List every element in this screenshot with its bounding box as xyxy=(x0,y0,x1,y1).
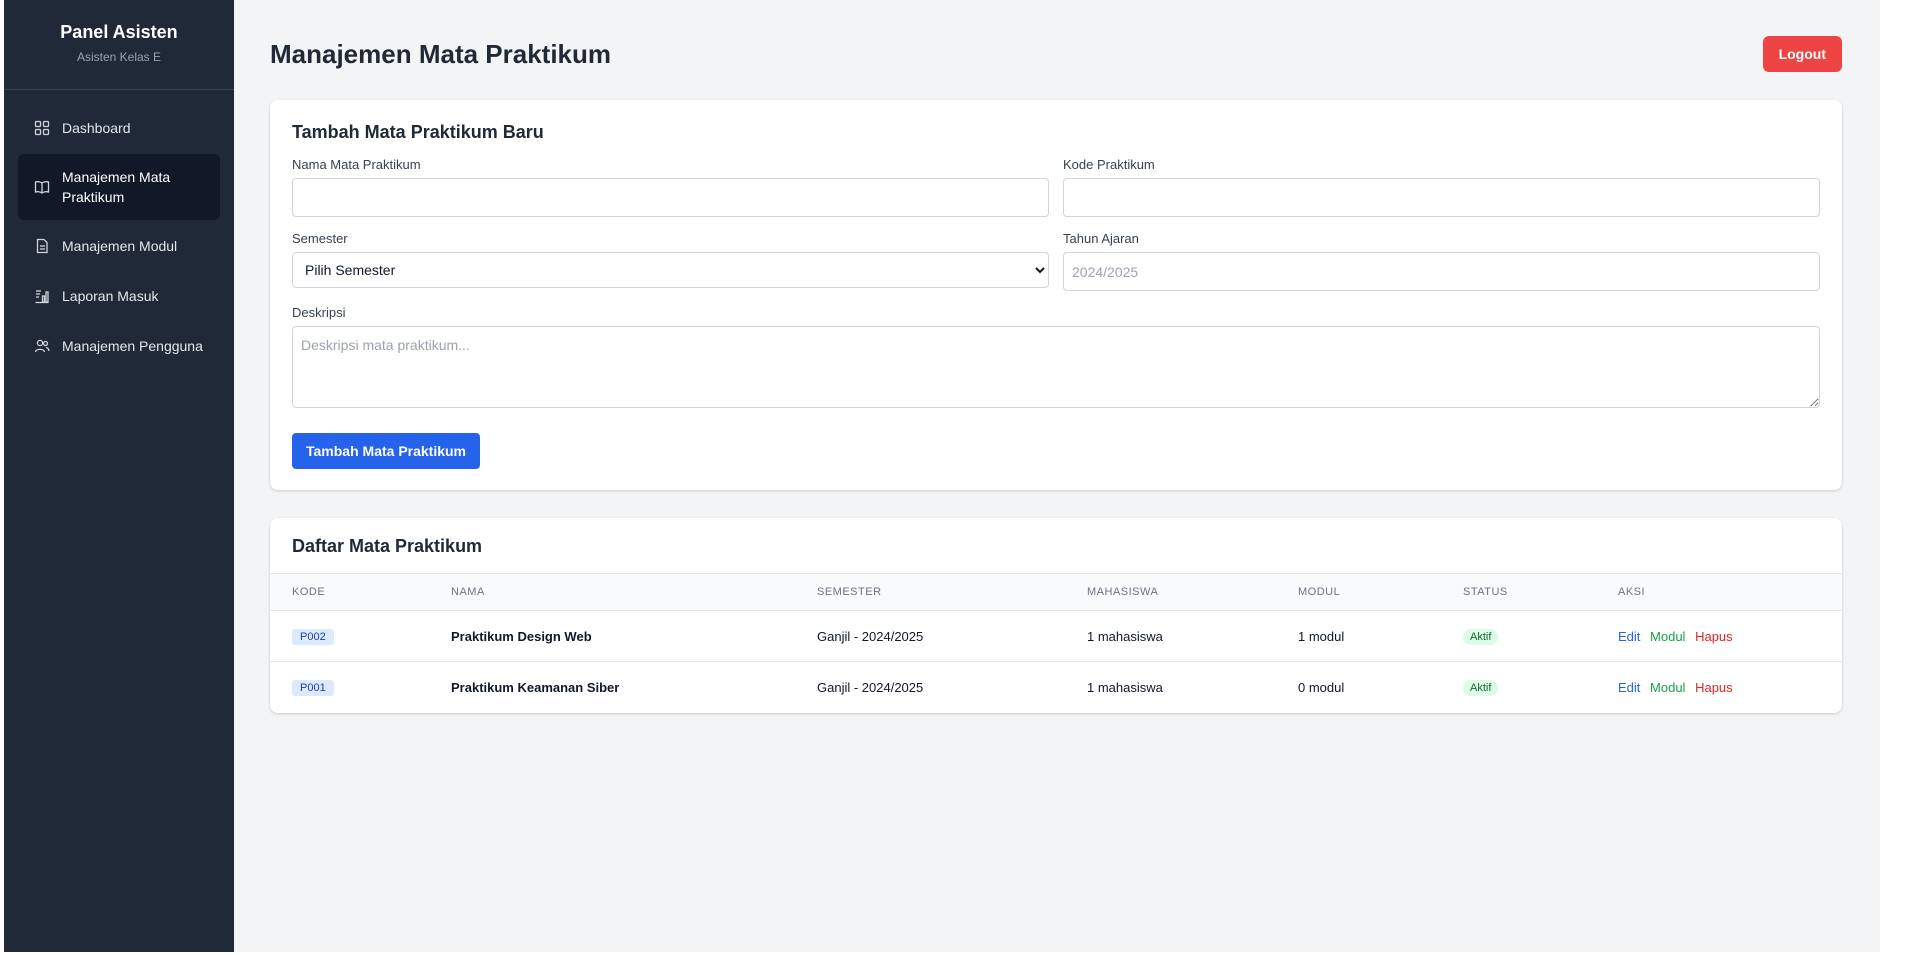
nama-input[interactable] xyxy=(292,178,1049,217)
deskripsi-field-group: Deskripsi xyxy=(292,305,1820,413)
sidebar-item-label: Dashboard xyxy=(62,120,131,136)
sidebar-item-label: Laporan Masuk xyxy=(62,288,159,304)
cell-nama: Praktikum Design Web xyxy=(451,628,592,644)
kode-field-group: Kode Praktikum xyxy=(1063,157,1820,217)
cell-status: Aktif xyxy=(1441,662,1596,713)
column-header-nama: NAMA xyxy=(451,586,485,598)
add-course-button[interactable]: Tambah Mata Praktikum xyxy=(292,433,481,469)
sidebar-item-manajemen-mata-praktikum[interactable]: Manajemen Mata Praktikum xyxy=(18,154,220,220)
kode-input[interactable] xyxy=(1063,178,1820,217)
cell-nama: Praktikum Keamanan Siber xyxy=(451,679,620,695)
form-title: Tambah Mata Praktikum Baru xyxy=(292,122,544,142)
kode-label: Kode Praktikum xyxy=(1063,157,1155,172)
column-header-mahasiswa: MAHASISWA xyxy=(1087,586,1159,598)
cell-modul: 1 modul xyxy=(1298,628,1345,644)
modul-link[interactable]: Modul xyxy=(1650,629,1685,644)
cell-semester: Ganjil - 2024/2025 xyxy=(817,679,924,695)
column-header-aksi: AKSI xyxy=(1618,586,1646,598)
column-header-semester: SEMESTER xyxy=(817,586,882,598)
logout-button[interactable]: Logout xyxy=(1762,36,1842,72)
semester-label: Semester xyxy=(292,231,348,246)
table-row: P002 Praktikum Design Web Ganjil - 2024/… xyxy=(270,611,1842,662)
hapus-link[interactable]: Hapus xyxy=(1695,680,1733,695)
table-header-row: KODE NAMA SEMESTER MAHASISWA MODUL STATU… xyxy=(270,573,1842,611)
code-badge: P002 xyxy=(292,628,334,645)
add-course-form-card: Tambah Mata Praktikum Baru Nama Mata Pra… xyxy=(270,100,1842,490)
modul-link[interactable]: Modul xyxy=(1650,680,1685,695)
deskripsi-label: Deskripsi xyxy=(292,305,346,320)
cell-status: Aktif xyxy=(1441,611,1596,662)
column-header-modul: MODUL xyxy=(1298,586,1341,598)
sidebar-item-label: Manajemen Pengguna xyxy=(62,338,203,354)
sidebar-item-laporan-masuk[interactable]: Laporan Masuk xyxy=(18,272,220,320)
sidebar-subtitle: Asisten Kelas E xyxy=(76,50,162,64)
semester-select[interactable]: Pilih Semester xyxy=(292,252,1049,288)
table-body: P002 Praktikum Design Web Ganjil - 2024/… xyxy=(270,611,1842,713)
column-header-kode: KODE xyxy=(292,586,326,598)
book-icon xyxy=(34,181,50,194)
users-icon xyxy=(34,339,50,353)
report-icon xyxy=(35,290,49,304)
tahun-label: Tahun Ajaran xyxy=(1063,231,1139,246)
sidebar-item-manajemen-modul[interactable]: Manajemen Modul xyxy=(18,222,220,270)
cell-aksi: Edit Modul Hapus xyxy=(1596,662,1842,713)
cell-modul: 0 modul xyxy=(1298,679,1345,695)
document-icon xyxy=(36,238,48,254)
sidebar-nav: Dashboard Manajemen Mata Praktikum Manaj… xyxy=(4,90,234,386)
list-title: Daftar Mata Praktikum xyxy=(292,536,483,556)
course-list-card: Daftar Mata Praktikum KODE NAMA SEMESTER… xyxy=(270,518,1842,713)
cell-kode: P001 xyxy=(270,662,429,713)
status-badge: Aktif xyxy=(1463,679,1499,696)
sidebar-item-manajemen-pengguna[interactable]: Manajemen Pengguna xyxy=(18,322,220,370)
main-content: Manajemen Mata Praktikum Logout Tambah M… xyxy=(234,0,1880,952)
sidebar-header: Panel Asisten Asisten Kelas E xyxy=(4,0,234,90)
column-header-status: STATUS xyxy=(1463,586,1508,598)
nama-label: Nama Mata Praktikum xyxy=(292,157,421,172)
tahun-field-group: Tahun Ajaran xyxy=(1063,231,1820,291)
cell-kode: P002 xyxy=(270,611,429,662)
table-header: KODE NAMA SEMESTER MAHASISWA MODUL STATU… xyxy=(270,573,1842,611)
nama-field-group: Nama Mata Praktikum xyxy=(292,157,1049,217)
cell-semester: Ganjil - 2024/2025 xyxy=(817,628,924,644)
cell-aksi: Edit Modul Hapus xyxy=(1596,611,1842,662)
sidebar: Panel Asisten Asisten Kelas E Dashboard … xyxy=(4,0,234,952)
page-title: Manajemen Mata Praktikum xyxy=(270,38,612,69)
list-header: Daftar Mata Praktikum xyxy=(270,518,1842,573)
status-badge: Aktif xyxy=(1463,628,1499,645)
edit-link[interactable]: Edit xyxy=(1618,629,1640,644)
sidebar-item-label: Manajemen Mata Praktikum xyxy=(62,169,171,205)
form-grid: Nama Mata Praktikum Kode Praktikum Semes… xyxy=(292,157,1820,305)
semester-field-group: Semester Pilih Semester xyxy=(292,231,1049,291)
cell-mahasiswa: 1 mahasiswa xyxy=(1087,679,1163,695)
sidebar-item-dashboard[interactable]: Dashboard xyxy=(18,104,220,152)
deskripsi-textarea[interactable] xyxy=(292,326,1820,408)
dashboard-grid-icon xyxy=(34,120,50,136)
course-table: KODE NAMA SEMESTER MAHASISWA MODUL STATU… xyxy=(270,573,1842,713)
app-window: Panel Asisten Asisten Kelas E Dashboard … xyxy=(4,0,1880,952)
hapus-link[interactable]: Hapus xyxy=(1695,629,1733,644)
code-badge: P001 xyxy=(292,679,334,696)
sidebar-title: Panel Asisten xyxy=(60,22,178,42)
tahun-input[interactable] xyxy=(1063,252,1820,291)
topbar: Manajemen Mata Praktikum Logout xyxy=(270,36,1842,72)
edit-link[interactable]: Edit xyxy=(1618,680,1640,695)
table-row: P001 Praktikum Keamanan Siber Ganjil - 2… xyxy=(270,661,1842,713)
sidebar-item-label: Manajemen Modul xyxy=(62,238,178,254)
cell-mahasiswa: 1 mahasiswa xyxy=(1087,628,1163,644)
